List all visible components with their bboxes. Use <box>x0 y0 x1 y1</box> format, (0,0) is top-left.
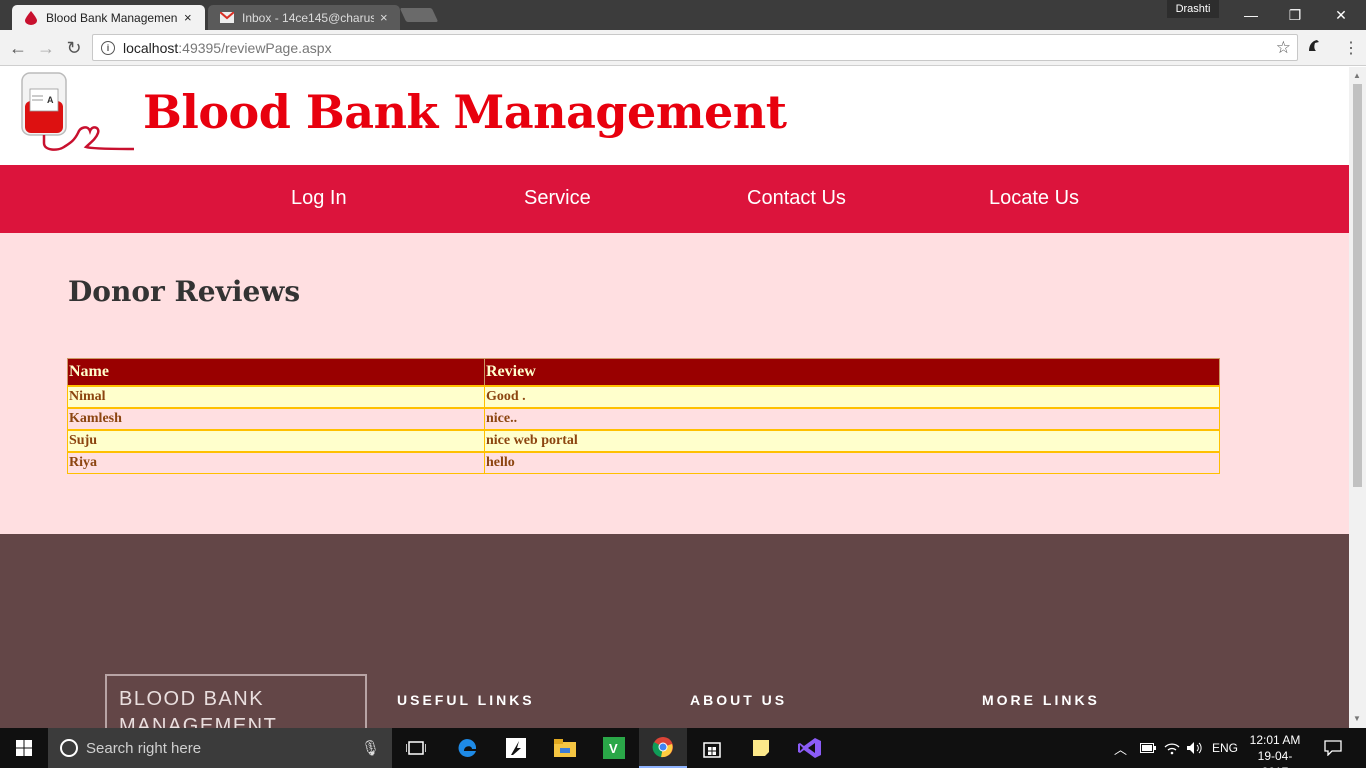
browser-toolbar: ← → ↻ i localhost :49395/reviewPage.aspx… <box>0 30 1366 66</box>
site-title: Blood Bank Management <box>143 85 787 139</box>
forward-button[interactable]: → <box>34 36 58 60</box>
chevron-up-icon[interactable]: ︿ <box>1114 739 1127 758</box>
scroll-up-arrow-icon[interactable]: ▲ <box>1353 71 1361 80</box>
blood-bag-logo-icon: A <box>18 71 136 160</box>
clock-time: 12:01 AM <box>1249 733 1301 747</box>
svg-text:V: V <box>609 741 618 756</box>
table-row: Riya hello <box>67 451 1220 474</box>
windows-taskbar: Search right here 🎙 V ︿ ENG 12:01 AM 19-… <box>0 728 1366 779</box>
new-tab-button[interactable] <box>399 8 439 22</box>
blood-drop-icon <box>24 10 38 25</box>
browser-menu-icon[interactable]: ⋮ <box>1343 38 1359 58</box>
microphone-icon[interactable]: 🎙 <box>361 739 380 757</box>
chrome-icon[interactable] <box>639 728 687 768</box>
cell-name: Riya <box>67 451 485 474</box>
clock-date: 19-04-2017 <box>1257 749 1293 779</box>
browser-titlebar: Blood Bank Managemen × Inbox - 14ce145@c… <box>0 0 1366 30</box>
bookmark-star-icon[interactable]: ☆ <box>1276 38 1291 58</box>
page-viewport: A Blood Bank Management Log In Service C… <box>0 67 1349 728</box>
cell-name: Kamlesh <box>67 407 485 430</box>
nav-service-link[interactable]: Service <box>524 187 591 210</box>
column-header-name: Name <box>67 358 485 386</box>
minimize-button[interactable]: — <box>1228 0 1274 30</box>
profile-name[interactable]: Drashti <box>1167 0 1219 18</box>
gmail-icon <box>220 11 234 25</box>
app-green-icon[interactable]: V <box>590 728 638 768</box>
cell-review: hello <box>484 451 1220 474</box>
app-icon[interactable] <box>492 728 540 768</box>
scroll-down-arrow-icon[interactable]: ▼ <box>1353 714 1361 723</box>
taskbar-search[interactable]: Search right here 🎙 <box>48 728 392 768</box>
table-row: Kamlesh nice.. <box>67 407 1220 430</box>
task-view-icon[interactable] <box>392 728 440 768</box>
cell-review: nice.. <box>484 407 1220 430</box>
maximize-button[interactable]: ❐ <box>1272 0 1318 30</box>
battery-icon[interactable] <box>1140 728 1156 768</box>
extension-icon[interactable] <box>1306 37 1322 58</box>
show-hidden-icons[interactable]: ︿ <box>1114 728 1127 768</box>
cell-review: nice web portal <box>484 428 1220 453</box>
cell-name: Nimal <box>67 384 485 409</box>
clock[interactable]: 12:01 AM 19-04-2017 <box>1245 732 1305 780</box>
reload-button[interactable]: ↻ <box>62 36 86 60</box>
tab-inbox[interactable]: Inbox - 14ce145@charus × <box>208 5 400 30</box>
search-placeholder: Search right here <box>86 739 202 757</box>
edge-browser-icon[interactable] <box>443 728 491 768</box>
cell-review: Good . <box>484 384 1220 409</box>
footer-useful-links-heading: USEFUL LINKS <box>397 692 535 708</box>
input-language[interactable]: ENG <box>1212 728 1238 768</box>
visual-studio-icon[interactable] <box>786 728 834 768</box>
url-host: localhost <box>123 39 179 56</box>
site-footer: BLOOD BANK MANAGEMENT USEFUL LINKS ABOUT… <box>0 534 1349 728</box>
nav-contact-link[interactable]: Contact Us <box>747 187 846 210</box>
cortana-icon <box>60 739 78 757</box>
store-icon[interactable] <box>688 728 736 768</box>
main-nav: Log In Service Contact Us Locate Us <box>0 165 1349 233</box>
nav-login-link[interactable]: Log In <box>291 187 347 210</box>
tab-title: Blood Bank Managemen <box>46 10 178 25</box>
back-button[interactable]: ← <box>6 36 30 60</box>
footer-about-heading: ABOUT US <box>690 692 788 708</box>
table-row: Suju nice web portal <box>67 428 1220 453</box>
cell-name: Suju <box>67 428 485 453</box>
table-row: Nimal Good . <box>67 384 1220 409</box>
column-header-review: Review <box>484 358 1220 386</box>
tab-close-icon[interactable]: × <box>380 10 388 25</box>
address-bar[interactable]: i localhost :49395/reviewPage.aspx ☆ <box>92 34 1298 61</box>
url-path: :49395/reviewPage.aspx <box>178 39 332 56</box>
tab-blood-bank[interactable]: Blood Bank Managemen × <box>12 5 205 30</box>
page-heading: Donor Reviews <box>68 275 301 308</box>
nav-locate-link[interactable]: Locate Us <box>989 187 1079 210</box>
tab-title: Inbox - 14ce145@charus <box>242 10 374 25</box>
table-header-row: Name Review <box>67 358 1220 386</box>
reviews-table: Name Review Nimal Good . Kamlesh nice.. … <box>67 358 1220 474</box>
footer-more-links-heading: MORE LINKS <box>982 692 1100 708</box>
notifications-icon[interactable] <box>1324 728 1342 768</box>
footer-brand: BLOOD BANK MANAGEMENT <box>105 674 367 728</box>
info-icon[interactable]: i <box>101 40 115 55</box>
wifi-icon[interactable] <box>1164 728 1180 768</box>
svg-text:A: A <box>47 95 54 105</box>
windows-logo-icon <box>16 740 32 756</box>
start-button[interactable] <box>0 728 48 768</box>
close-window-button[interactable]: ✕ <box>1318 0 1364 30</box>
tab-close-icon[interactable]: × <box>184 10 192 25</box>
file-explorer-icon[interactable] <box>541 728 589 768</box>
page-scrollbar[interactable]: ▲ ▼ <box>1349 67 1366 728</box>
sticky-notes-icon[interactable] <box>737 728 785 768</box>
site-header: A Blood Bank Management <box>0 67 1349 165</box>
reviews-section: Donor Reviews Name Review Nimal Good . K… <box>0 233 1349 534</box>
scrollbar-thumb[interactable] <box>1353 84 1362 487</box>
volume-icon[interactable] <box>1186 728 1204 768</box>
